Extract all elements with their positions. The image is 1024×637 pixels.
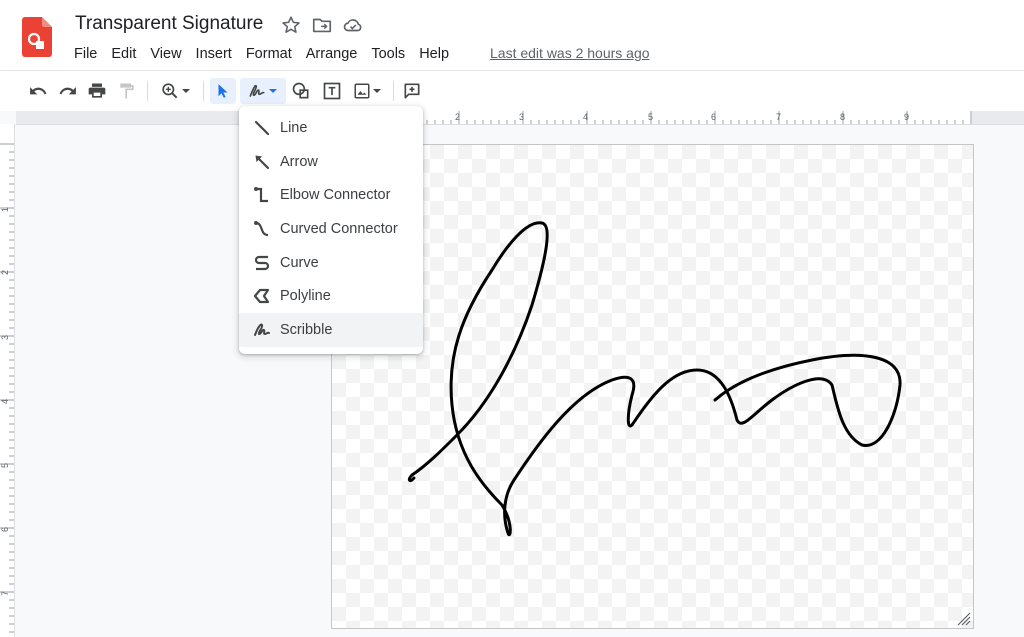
cloud-saved-icon[interactable] [342, 14, 364, 36]
menu-item-label: Curve [280, 255, 319, 271]
text-box-button[interactable] [320, 78, 344, 104]
app-header: Transparent Signature File Edit View Ins… [0, 0, 1024, 71]
shape-button[interactable] [289, 78, 313, 104]
menu-format[interactable]: Format [239, 44, 299, 64]
ruler-number: 3 [519, 112, 525, 122]
menu-file[interactable]: File [67, 44, 104, 64]
horizontal-ruler: 2 3 4 5 6 7 8 9 [16, 111, 1024, 125]
arrow-icon [255, 155, 270, 170]
add-comment-button[interactable] [400, 78, 424, 104]
toolbar-divider [393, 81, 394, 101]
menu-item-curved-connector[interactable]: Curved Connector [239, 212, 423, 246]
redo-icon [59, 87, 76, 95]
zoom-button[interactable] [156, 78, 196, 104]
menu-insert[interactable]: Insert [189, 44, 239, 64]
drawings-logo-icon[interactable] [22, 17, 52, 57]
paint-format-button[interactable] [115, 78, 139, 104]
ruler-number: 5 [0, 462, 11, 469]
menu-item-scribble[interactable]: Scribble [239, 313, 423, 347]
line-type-menu: Line Arrow Elbow Connector Curved Connec… [239, 106, 423, 354]
chevron-down-icon [373, 89, 381, 93]
menu-item-label: Elbow Connector [280, 187, 391, 203]
menu-item-label: Line [280, 120, 308, 136]
line-tool-button[interactable] [240, 78, 286, 104]
menu-tools[interactable]: Tools [364, 44, 412, 64]
menu-help[interactable]: Help [412, 44, 456, 64]
ruler-number: 6 [0, 526, 11, 533]
image-icon [354, 83, 370, 99]
curve-icon [254, 255, 270, 271]
ruler-number: 3 [0, 334, 11, 341]
text-box-icon [323, 82, 341, 100]
chevron-down-icon [269, 89, 277, 93]
toolbar-divider [203, 81, 204, 101]
toolbar-divider [147, 81, 148, 101]
ruler-number: 2 [0, 269, 11, 276]
scribble-icon [254, 323, 270, 336]
menu-item-label: Curved Connector [280, 221, 398, 237]
vertical-ruler: 1 2 3 4 5 6 7 [0, 124, 15, 637]
menu-item-label: Scribble [280, 322, 333, 338]
document-title[interactable]: Transparent Signature [75, 13, 263, 35]
menu-bar: File Edit View Insert Format Arrange Too… [67, 44, 456, 64]
menu-item-elbow-connector[interactable]: Elbow Connector [239, 178, 423, 212]
shape-icon [292, 82, 309, 99]
menu-edit[interactable]: Edit [104, 44, 143, 64]
print-button[interactable] [85, 78, 109, 104]
line-icon [254, 120, 270, 136]
ruler-number: 4 [0, 398, 11, 405]
undo-button[interactable] [26, 78, 50, 104]
ruler-number: 4 [583, 112, 589, 122]
ruler-number: 7 [776, 112, 782, 122]
curved-connector-icon [254, 221, 269, 237]
last-edit-link[interactable]: Last edit was 2 hours ago [490, 45, 650, 61]
chevron-down-icon [182, 89, 190, 93]
ruler-ticks [0, 143, 14, 633]
menu-item-arrow[interactable]: Arrow [239, 145, 423, 179]
toolbar [0, 71, 1024, 111]
star-icon[interactable] [280, 14, 302, 36]
print-icon [88, 83, 106, 98]
menu-item-label: Arrow [280, 154, 318, 170]
scribble-icon [249, 84, 265, 97]
ruler-number: 5 [648, 112, 654, 122]
zoom-icon [162, 83, 178, 99]
ruler-number: 6 [711, 112, 717, 122]
menu-item-curve[interactable]: Curve [239, 246, 423, 280]
ruler-number: 9 [904, 112, 910, 122]
ruler-number: 8 [840, 112, 846, 122]
paint-format-icon [120, 83, 134, 99]
signature-scribble[interactable] [332, 145, 973, 628]
drawing-canvas[interactable] [331, 144, 974, 629]
menu-item-line[interactable]: Line [239, 111, 423, 145]
ruler-number: 7 [0, 590, 11, 597]
insert-image-button[interactable] [349, 78, 387, 104]
elbow-connector-icon [254, 187, 268, 203]
resize-grip-icon[interactable] [957, 612, 971, 626]
move-to-folder-icon[interactable] [311, 14, 333, 36]
select-button[interactable] [210, 78, 236, 104]
cursor-arrow-icon [218, 84, 228, 98]
menu-arrange[interactable]: Arrange [299, 44, 365, 64]
ruler-number: 1 [0, 206, 11, 213]
polyline-icon [253, 288, 270, 304]
undo-icon [30, 87, 47, 95]
ruler-number: 2 [455, 112, 461, 122]
add-comment-icon [404, 83, 420, 99]
redo-button[interactable] [56, 78, 80, 104]
menu-item-label: Polyline [280, 288, 331, 304]
menu-view[interactable]: View [143, 44, 188, 64]
menu-item-polyline[interactable]: Polyline [239, 279, 423, 313]
